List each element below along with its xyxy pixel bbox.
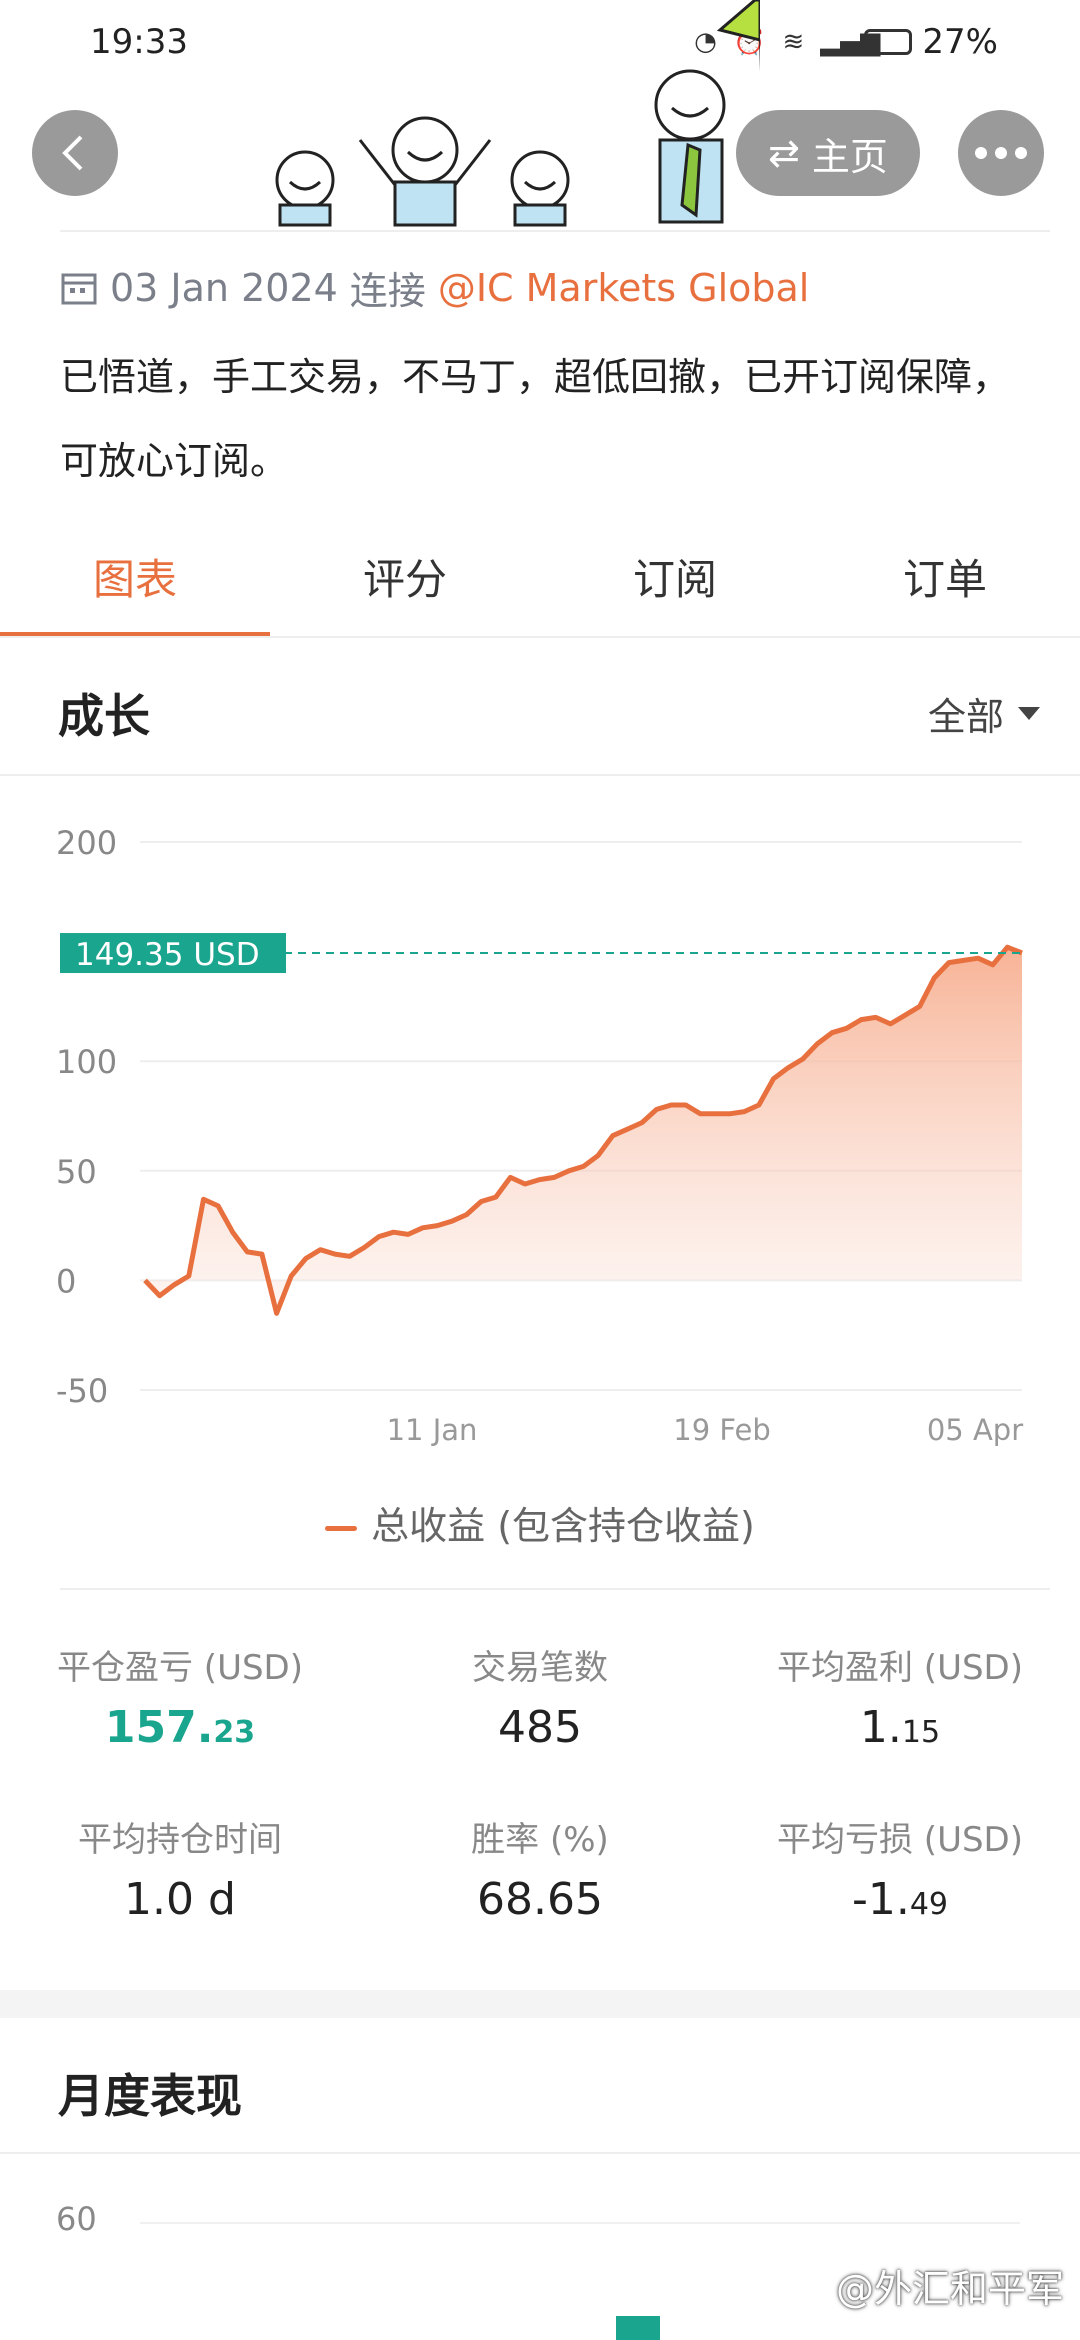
growth-chart[interactable]: 200 100 50 0 -50 149.35 USD 11 Jan 19 Feb 05 Apr (0, 800, 1080, 1470)
more-dots-icon (975, 147, 1027, 159)
stat-label: 交易笔数 (472, 1648, 608, 1688)
back-button[interactable] (32, 110, 118, 196)
stat-value-int: 157. (104, 1702, 214, 1753)
stat-value-int: -1. (851, 1874, 910, 1925)
y-tick-label: 50 (56, 1153, 97, 1191)
y-tick-label: 200 (56, 824, 117, 862)
series-area (145, 947, 1022, 1314)
stat-label: 平均持仓时间 (78, 1820, 282, 1860)
dropdown-arrow-icon (1018, 707, 1040, 720)
more-button[interactable] (958, 110, 1044, 196)
wifi-icon: ≋ (782, 27, 805, 57)
stat-value: 1.0 d (0, 1874, 360, 1925)
stat-value-int: 68.65 (477, 1874, 603, 1925)
stat-value-dec: 23 (213, 1715, 256, 1750)
legend-swatch (325, 1526, 358, 1531)
stat-value-int: 1. (859, 1702, 902, 1753)
chevron-left-icon (62, 135, 83, 171)
header-divider (60, 230, 1050, 232)
chart-legend: 总收益 (包含持仓收益) (0, 1495, 1080, 1550)
connect-label: 连接 (349, 269, 426, 313)
stat-label: 胜率 (%) (471, 1820, 609, 1860)
profile-meta: 03 Jan 2024 连接 @IC Markets Global (60, 260, 809, 315)
stat-label: 平均盈利 (USD) (777, 1648, 1023, 1688)
monthly-title: 月度表现 (58, 2069, 242, 2123)
stat-value: 157.23 (0, 1702, 360, 1753)
stat-value-int: 485 (498, 1702, 582, 1753)
x-tick-label: 19 Feb (673, 1413, 770, 1447)
tab-bar: 图表 评分 订阅 订单 (0, 530, 1080, 638)
period-filter-label: 全部 (927, 695, 1004, 739)
stat-label: 平仓盈亏 (USD) (57, 1648, 303, 1688)
calendar-icon (61, 273, 97, 304)
cartoon-figure-3 (510, 150, 570, 227)
tab-chart[interactable]: 图表 (0, 530, 270, 638)
y-tick-label: 100 (56, 1043, 117, 1081)
tab-subscribe[interactable]: 订阅 (540, 530, 810, 638)
monthly-divider (0, 2152, 1080, 2154)
tab-orders[interactable]: 订单 (810, 530, 1080, 638)
start-date: 03 Jan 2024 (110, 265, 338, 310)
signal-icon: ▂▄▆ (820, 27, 881, 57)
tab-rating[interactable]: 评分 (270, 530, 540, 638)
growth-divider (0, 774, 1080, 776)
battery-percent: 27% (922, 22, 998, 62)
tab-divider (0, 636, 1080, 638)
x-tick-label: 11 Jan (387, 1413, 478, 1447)
cartoon-figure-flag (654, 0, 760, 224)
stat-value: -1.49 (720, 1874, 1080, 1925)
stat-value: 485 (360, 1702, 720, 1753)
swap-icon: ⇄ (768, 131, 800, 175)
stat-value-dec: 15 (901, 1715, 941, 1750)
stat-value: 68.65 (360, 1874, 720, 1925)
profile-description: 已悟道，手工交易，不马丁，超低回撤，已开订阅保障，可放心订阅。 (60, 355, 1011, 483)
cartoon-figure-1 (275, 150, 335, 227)
current-value-text: 149.35 USD (75, 937, 260, 973)
y-tick-label: 0 (56, 1262, 76, 1300)
y-tick-label: -50 (56, 1372, 108, 1410)
monthly-ytick: 60 (56, 2200, 97, 2238)
home-button-label: 主页 (811, 134, 888, 179)
growth-title: 成长 (58, 689, 150, 743)
stat-value-int: 1.0 d (124, 1874, 236, 1925)
stat-value: 1.15 (720, 1702, 1080, 1753)
header-illustration (275, 0, 760, 227)
home-button[interactable]: ⇄ 主页 (736, 110, 920, 196)
broker-link[interactable]: @IC Markets Global (438, 266, 810, 310)
section-gap (0, 1990, 1080, 2018)
monthly-gridline (140, 2222, 1020, 2224)
legend-label: 总收益 (包含持仓收益) (371, 1504, 755, 1548)
cartoon-figure-2 (358, 116, 492, 227)
legend-divider (60, 1588, 1050, 1590)
watermark: @外汇和平军 (835, 2267, 1064, 2311)
period-filter[interactable]: 全部 (928, 686, 1040, 741)
stat-value-dec: 49 (909, 1887, 949, 1922)
status-time: 19:33 (90, 22, 188, 62)
battery-icon (864, 29, 913, 55)
x-tick-label: 05 Apr (927, 1413, 1023, 1447)
monthly-bar[interactable] (616, 2316, 660, 2340)
stat-label: 平均亏损 (USD) (777, 1820, 1023, 1860)
